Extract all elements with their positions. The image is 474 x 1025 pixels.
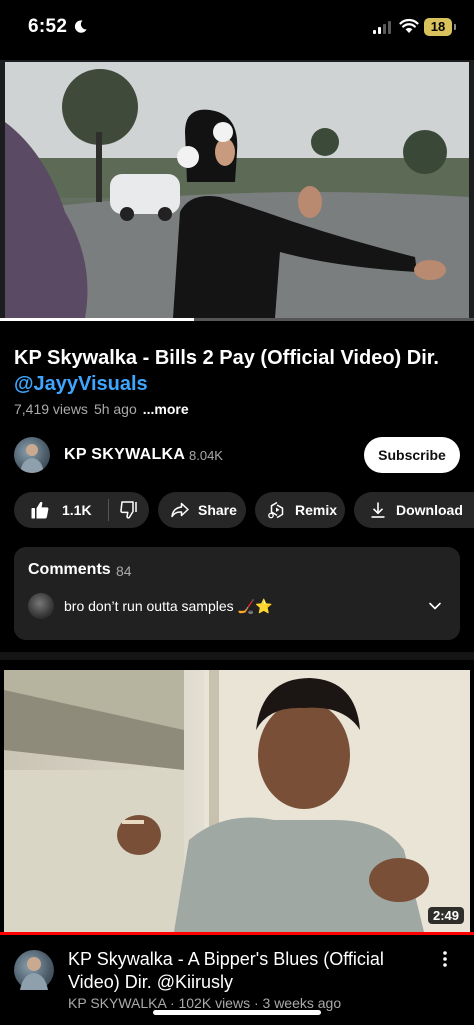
- remix-icon: [268, 501, 284, 519]
- battery-indicator: 18: [424, 18, 456, 36]
- comments-heading: Comments: [28, 561, 111, 578]
- thumbs-up-icon: [31, 501, 49, 519]
- like-count: 1.1K: [62, 502, 92, 518]
- next-video-title[interactable]: KP Skywalka - A Bipper's Blues (Official…: [68, 948, 420, 994]
- upload-age: 5h ago: [93, 401, 137, 417]
- channel-avatar[interactable]: [14, 437, 50, 473]
- more-link[interactable]: ...more: [143, 401, 189, 417]
- share-label: Share: [198, 502, 237, 518]
- download-button[interactable]: Download: [354, 492, 474, 528]
- video-meta[interactable]: 7,419 views 5h ago ...more: [14, 401, 189, 417]
- like-dislike-group: 1.1K: [14, 492, 149, 528]
- next-video-channel-avatar[interactable]: [14, 950, 54, 990]
- video-progress-fill: [0, 318, 195, 321]
- signal-icon: [373, 21, 391, 34]
- channel-name[interactable]: KP SKYWALKA: [64, 446, 185, 464]
- comments-count: 84: [116, 563, 132, 579]
- section-divider: [0, 652, 474, 660]
- share-icon: [171, 502, 189, 518]
- dislike-button[interactable]: [109, 492, 149, 528]
- video-title-text: KP Skywalka - Bills 2 Pay (Official Vide…: [14, 347, 439, 369]
- view-count: 7,419 views: [14, 401, 88, 417]
- subscribe-button[interactable]: Subscribe: [364, 437, 460, 473]
- next-video-thumbnail[interactable]: 2:49: [4, 670, 470, 932]
- share-button[interactable]: Share: [158, 492, 246, 528]
- wifi-icon: [399, 18, 419, 33]
- like-button[interactable]: 1.1K: [14, 492, 108, 528]
- director-link[interactable]: @JayyVisuals: [14, 373, 148, 395]
- next-video-thumbnail-illustration: [4, 670, 470, 932]
- comments-section[interactable]: Comments 84 bro don’t run outta samples …: [14, 547, 460, 640]
- commenter-avatar: [28, 593, 54, 619]
- download-icon: [371, 502, 385, 518]
- video-title[interactable]: KP Skywalka - Bills 2 Pay (Official Vide…: [14, 345, 464, 397]
- channel-avatar-image: [20, 444, 44, 473]
- video-player[interactable]: [0, 60, 474, 321]
- moon-icon: [74, 20, 87, 33]
- video-frame-illustration: [5, 62, 469, 318]
- subscriber-count: 8.04K: [189, 448, 223, 463]
- top-comment-text: bro don’t run outta samples 🏒⭐: [64, 598, 273, 614]
- next-video-meta: KP SKYWALKA · 102K views · 3 weeks ago: [68, 995, 342, 1011]
- next-video-progress: [0, 932, 474, 935]
- status-bar: 6:52 18: [0, 0, 474, 56]
- remix-button[interactable]: Remix: [255, 492, 345, 528]
- video-frame: [5, 62, 469, 318]
- thumbs-down-icon: [120, 501, 137, 519]
- status-time: 6:52: [28, 16, 68, 37]
- download-label: Download: [396, 502, 463, 518]
- home-indicator[interactable]: [153, 1010, 321, 1015]
- video-progress-bar[interactable]: [0, 318, 474, 321]
- chevron-down-icon[interactable]: [428, 601, 442, 611]
- next-video-channel-avatar-image: [20, 957, 48, 990]
- remix-label: Remix: [295, 502, 338, 518]
- video-duration-badge: 2:49: [427, 907, 464, 924]
- more-vert-icon[interactable]: [440, 950, 450, 968]
